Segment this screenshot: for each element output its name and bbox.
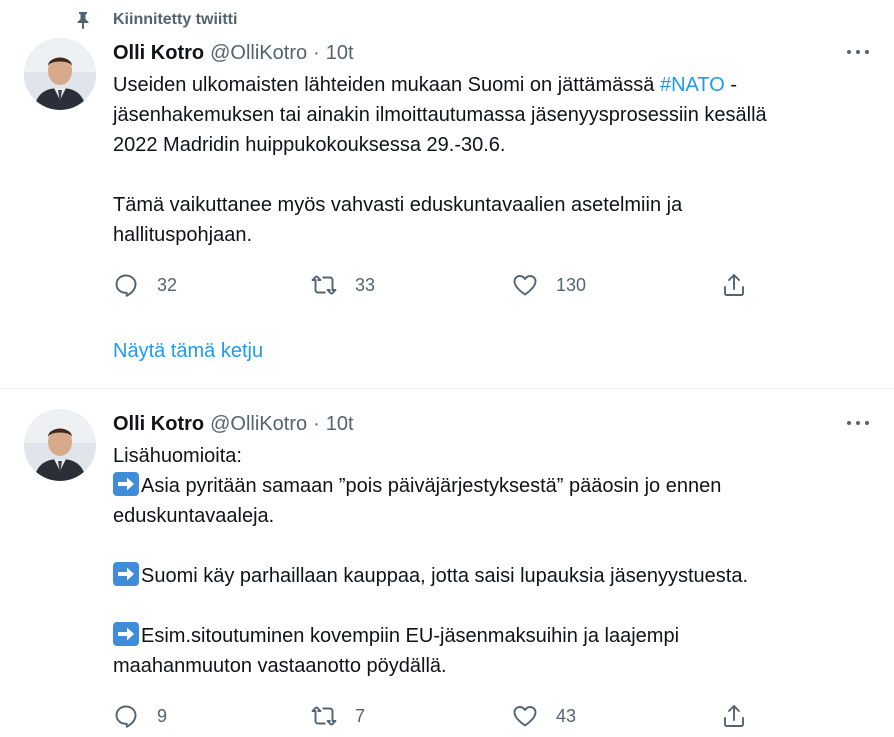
more-options-icon[interactable] <box>845 413 871 433</box>
like-button[interactable]: 130 <box>512 270 586 300</box>
right-arrow-icon <box>113 622 139 646</box>
retweet-button[interactable]: 33 <box>311 270 375 300</box>
tweet-text: Useiden ulkomaisten lähteiden mukaan Suo… <box>113 70 873 250</box>
share-button[interactable] <box>721 701 747 731</box>
separator-dot: · <box>313 41 320 64</box>
tweet-text: Lisähuomioita: Asia pyritään samaan ”poi… <box>113 441 873 681</box>
author-handle[interactable]: @OlliKotro <box>210 42 307 65</box>
timestamp[interactable]: 10t <box>326 413 354 436</box>
reply-count: 9 <box>157 705 168 726</box>
tweet-card[interactable]: Olli Kotro @OlliKotro · 10t Lisähuomioit… <box>0 389 894 737</box>
text-span: Suomi käy parhaillaan kauppaa, jotta sai… <box>141 565 749 587</box>
author-handle[interactable]: @OlliKotro <box>210 413 307 436</box>
text-span: Useiden ulkomaisten lähteiden mukaan Suo… <box>113 74 660 96</box>
more-options-icon[interactable] <box>845 42 871 62</box>
heart-icon <box>513 706 537 727</box>
tweet-actions: 9 7 43 <box>113 701 763 731</box>
reply-icon <box>115 705 137 728</box>
tweet-header: Olli Kotro @OlliKotro · 10t <box>113 40 354 66</box>
tweet-card[interactable]: Olli Kotro @OlliKotro · 10t Useiden ulko… <box>0 0 894 388</box>
share-icon <box>724 705 744 727</box>
separator-dot: · <box>313 412 320 435</box>
like-button[interactable]: 43 <box>512 701 576 731</box>
retweet-count: 7 <box>355 705 366 726</box>
tweet-paragraph: Tämä vaikuttanee myös vahvasti eduskunta… <box>113 194 683 246</box>
reply-icon <box>115 274 137 297</box>
retweet-count: 33 <box>355 274 376 295</box>
share-icon <box>724 274 744 296</box>
avatar[interactable] <box>24 38 96 110</box>
tweet-paragraph: Useiden ulkomaisten lähteiden mukaan Suo… <box>113 70 873 160</box>
right-arrow-icon <box>113 562 139 586</box>
author-name[interactable]: Olli Kotro <box>113 413 204 436</box>
tweet-paragraph: Lisähuomioita: <box>113 445 242 467</box>
avatar[interactable] <box>24 409 96 481</box>
reply-button[interactable]: 32 <box>113 270 177 300</box>
tweet-paragraph: Asia pyritään samaan ”pois päiväjärjesty… <box>113 471 873 531</box>
share-button[interactable] <box>721 270 747 300</box>
text-span: Esim.sitoutuminen kovempiin EU-jäsenmaks… <box>113 625 680 677</box>
right-arrow-icon <box>113 472 139 496</box>
heart-icon <box>513 275 537 296</box>
reply-button[interactable]: 9 <box>113 701 167 731</box>
author-name[interactable]: Olli Kotro <box>113 42 204 65</box>
retweet-button[interactable]: 7 <box>311 701 365 731</box>
retweet-icon <box>311 706 337 726</box>
like-count: 43 <box>556 705 577 726</box>
timestamp[interactable]: 10t <box>326 42 354 65</box>
text-span: Asia pyritään samaan ”pois päiväjärjesty… <box>113 475 722 527</box>
reply-count: 32 <box>157 274 178 295</box>
tweet-paragraph: Esim.sitoutuminen kovempiin EU-jäsenmaks… <box>113 621 873 681</box>
retweet-icon <box>311 275 337 295</box>
tweet-header: Olli Kotro @OlliKotro · 10t <box>113 411 354 437</box>
hashtag-link[interactable]: #NATO <box>660 74 725 96</box>
like-count: 130 <box>556 274 587 295</box>
show-thread-link[interactable]: Näytä tämä ketju <box>113 340 263 363</box>
tweet-actions: 32 33 130 <box>113 270 763 300</box>
tweet-paragraph: Suomi käy parhaillaan kauppaa, jotta sai… <box>113 561 873 591</box>
